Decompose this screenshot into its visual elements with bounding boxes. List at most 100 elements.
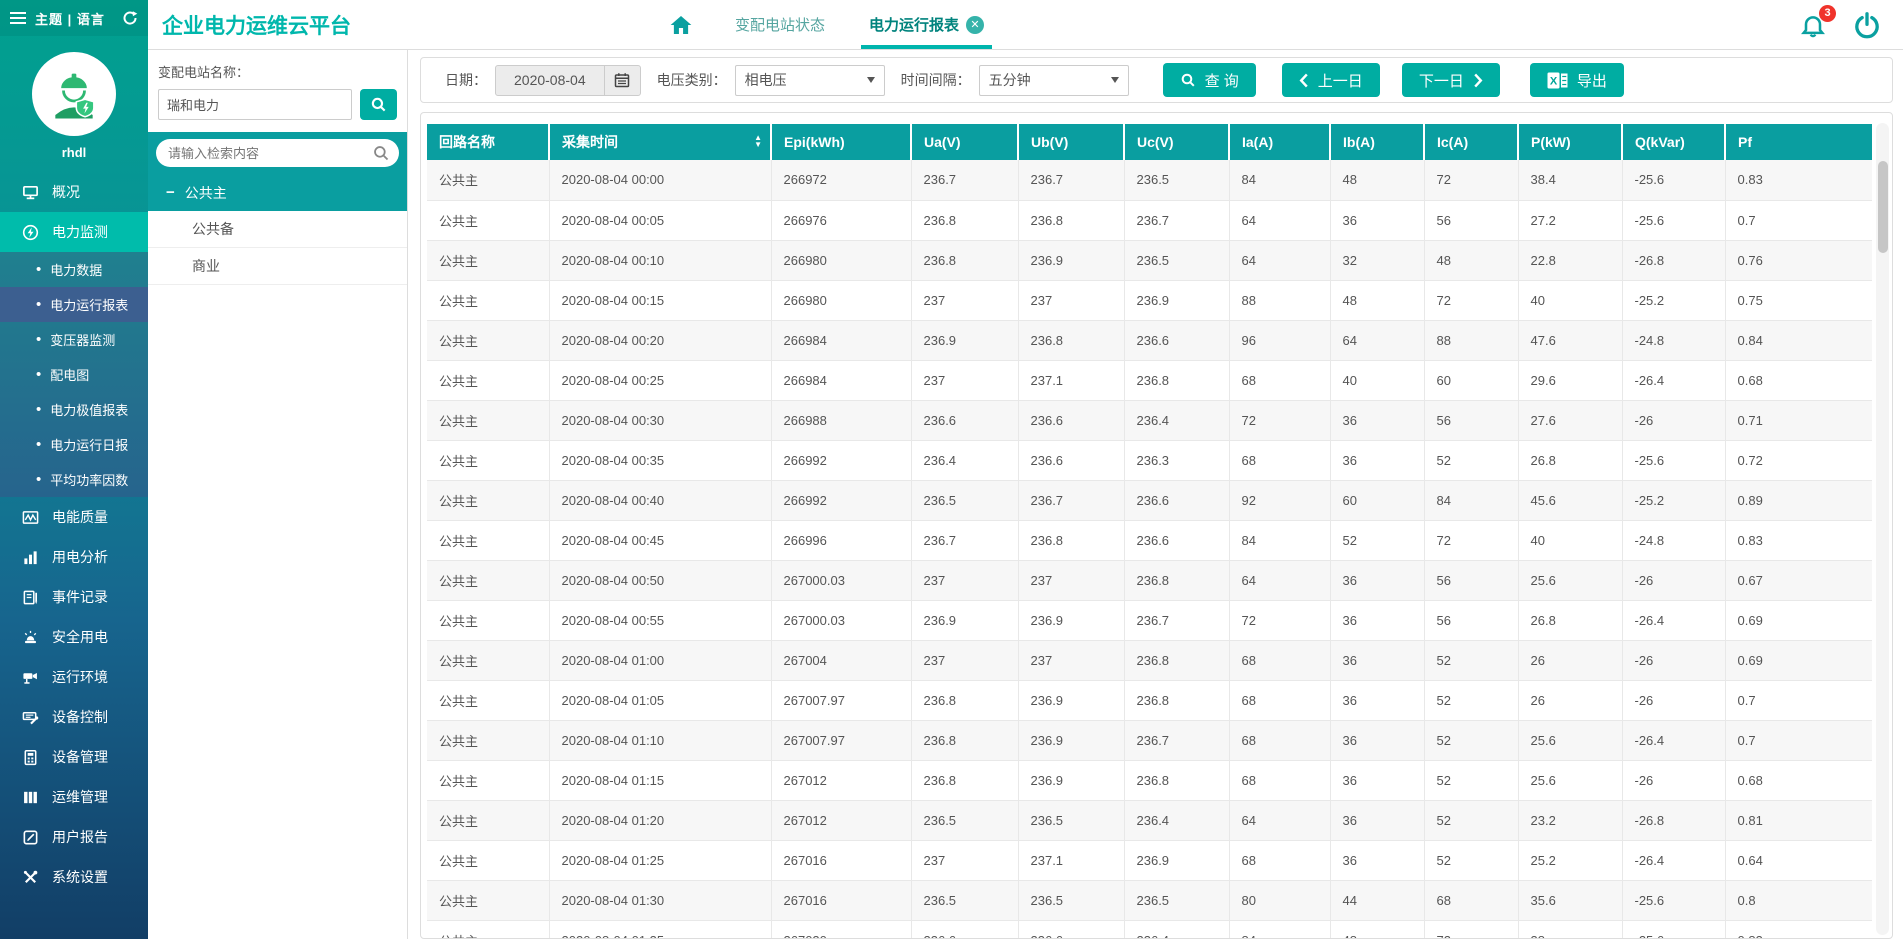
subitem-avg-power-factor[interactable]: • 平均功率因数 bbox=[0, 462, 148, 497]
refresh-icon[interactable] bbox=[122, 10, 138, 26]
sidebar-item-power-monitoring[interactable]: 电力监测 bbox=[0, 212, 148, 252]
query-button[interactable]: 查 询 bbox=[1163, 63, 1256, 97]
table-cell: 2020-08-04 00:30 bbox=[549, 400, 771, 440]
report-table: 回路名称 采集时间 ▲▼ Epi(kWh) Ua(V) Ub(V) Uc(V) bbox=[427, 124, 1872, 939]
interval-label: 时间间隔： bbox=[901, 70, 971, 90]
tree-node-public-main[interactable]: − 公共主 bbox=[148, 174, 407, 211]
sidebar-item-overview[interactable]: 概况 bbox=[0, 172, 148, 212]
table-row[interactable]: 公共主2020-08-04 00:25266984237237.1236.868… bbox=[427, 360, 1872, 400]
table-row[interactable]: 公共主2020-08-04 01:20267012236.5236.5236.4… bbox=[427, 800, 1872, 840]
table-row[interactable]: 公共主2020-08-04 00:35266992236.4236.6236.3… bbox=[427, 440, 1872, 480]
table-row[interactable]: 公共主2020-08-04 00:30266988236.6236.6236.4… bbox=[427, 400, 1872, 440]
table-cell: 2020-08-04 01:05 bbox=[549, 680, 771, 720]
power-button[interactable] bbox=[1853, 11, 1881, 39]
subitem-power-data[interactable]: • 电力数据 bbox=[0, 252, 148, 287]
table-cell: 236.8 bbox=[1124, 760, 1229, 800]
table-row[interactable]: 公共主2020-08-04 00:50267000.03237237236.86… bbox=[427, 560, 1872, 600]
table-cell: 236.9 bbox=[1018, 240, 1124, 280]
sidebar-item-power-quality[interactable]: 电能质量 bbox=[0, 497, 148, 537]
avatar[interactable] bbox=[32, 52, 116, 136]
subitem-power-report[interactable]: • 电力运行报表 bbox=[0, 287, 148, 322]
table-row[interactable]: 公共主2020-08-04 00:00266972236.7236.7236.5… bbox=[427, 160, 1872, 200]
sidebar-item-usage-analysis[interactable]: 用电分析 bbox=[0, 537, 148, 577]
table-cell: 36 bbox=[1330, 840, 1424, 880]
table-cell: 0.72 bbox=[1725, 440, 1872, 480]
table-cell: 2020-08-04 00:55 bbox=[549, 600, 771, 640]
theme-language-switch[interactable]: 主题 | 语言 bbox=[35, 9, 105, 28]
tab-power-report[interactable]: 电力运行报表 ✕ bbox=[869, 0, 984, 49]
vertical-scrollbar[interactable] bbox=[1876, 123, 1889, 935]
filter-toolbar: 日期： 2020-08-04 电压类别： 相电压 时间间隔： 五分钟 bbox=[420, 57, 1893, 103]
table-cell: -25.6 bbox=[1622, 920, 1725, 939]
voltage-type-select[interactable]: 相电压 bbox=[735, 65, 885, 96]
table-cell: 公共主 bbox=[427, 760, 549, 800]
date-picker[interactable]: 2020-08-04 bbox=[495, 65, 641, 96]
export-button[interactable]: X 导出 bbox=[1530, 63, 1624, 97]
table-cell: 26 bbox=[1518, 640, 1622, 680]
table-row[interactable]: 公共主2020-08-04 00:55267000.03236.9236.923… bbox=[427, 600, 1872, 640]
collapse-icon[interactable]: − bbox=[166, 184, 175, 201]
calendar-icon[interactable] bbox=[604, 66, 640, 95]
subitem-daily-report[interactable]: • 电力运行日报 bbox=[0, 427, 148, 462]
table-cell: 88 bbox=[1229, 280, 1330, 320]
table-cell: 236.4 bbox=[911, 440, 1018, 480]
notification-bell[interactable]: 3 bbox=[1799, 11, 1827, 39]
table-row[interactable]: 公共主2020-08-04 01:25267016237237.1236.968… bbox=[427, 840, 1872, 880]
table-row[interactable]: 公共主2020-08-04 01:00267004237237236.86836… bbox=[427, 640, 1872, 680]
station-search-button[interactable] bbox=[360, 89, 397, 120]
scrollbar-thumb[interactable] bbox=[1878, 161, 1888, 253]
table-row[interactable]: 公共主2020-08-04 00:40266992236.5236.7236.6… bbox=[427, 480, 1872, 520]
table-cell: 236.6 bbox=[1124, 320, 1229, 360]
table-row[interactable]: 公共主2020-08-04 01:35267020236.6236.6236.4… bbox=[427, 920, 1872, 939]
table-cell: 68 bbox=[1229, 360, 1330, 400]
subitem-extreme-report[interactable]: • 电力极值报表 bbox=[0, 392, 148, 427]
subitem-distribution-diagram[interactable]: • 配电图 bbox=[0, 357, 148, 392]
table-cell: 2020-08-04 01:30 bbox=[549, 880, 771, 920]
table-cell: 236.5 bbox=[911, 480, 1018, 520]
table-cell: 236.8 bbox=[911, 720, 1018, 760]
sidebar-item-ops-management[interactable]: 运维管理 bbox=[0, 777, 148, 817]
sidebar-item-safety[interactable]: 安全用电 bbox=[0, 617, 148, 657]
table-row[interactable]: 公共主2020-08-04 00:45266996236.7236.8236.6… bbox=[427, 520, 1872, 560]
sidebar-item-environment[interactable]: 运行环境 bbox=[0, 657, 148, 697]
table-cell: 2020-08-04 00:00 bbox=[549, 160, 771, 200]
home-icon[interactable] bbox=[669, 14, 693, 36]
table-cell: 68 bbox=[1229, 720, 1330, 760]
table-row[interactable]: 公共主2020-08-04 00:10266980236.8236.9236.5… bbox=[427, 240, 1872, 280]
table-cell: 2020-08-04 01:25 bbox=[549, 840, 771, 880]
tab-station-status[interactable]: 变配电站状态 bbox=[735, 0, 825, 49]
sidebar-item-event-log[interactable]: 事件记录 bbox=[0, 577, 148, 617]
station-search-input[interactable] bbox=[158, 89, 352, 120]
subitem-transformer-monitoring[interactable]: • 变压器监测 bbox=[0, 322, 148, 357]
col-epi: Epi(kWh) bbox=[771, 124, 911, 160]
table-row[interactable]: 公共主2020-08-04 01:10267007.97236.8236.923… bbox=[427, 720, 1872, 760]
tree-node-public-backup[interactable]: 公共备 bbox=[148, 211, 407, 248]
next-day-button[interactable]: 下一日 bbox=[1402, 63, 1500, 97]
table-row[interactable]: 公共主2020-08-04 00:20266984236.9236.8236.6… bbox=[427, 320, 1872, 360]
table-row[interactable]: 公共主2020-08-04 01:15267012236.8236.9236.8… bbox=[427, 760, 1872, 800]
table-cell: 236.9 bbox=[1124, 280, 1229, 320]
sidebar-item-device-control[interactable]: 设备控制 bbox=[0, 697, 148, 737]
table-cell: 40 bbox=[1518, 280, 1622, 320]
table-cell: -26 bbox=[1622, 760, 1725, 800]
sort-icon[interactable]: ▲▼ bbox=[754, 135, 762, 149]
table-cell: 公共主 bbox=[427, 400, 549, 440]
sidebar-item-device-management[interactable]: 设备管理 bbox=[0, 737, 148, 777]
close-icon[interactable]: ✕ bbox=[966, 16, 984, 34]
table-row[interactable]: 公共主2020-08-04 00:05266976236.8236.8236.7… bbox=[427, 200, 1872, 240]
table-cell: 2020-08-04 00:25 bbox=[549, 360, 771, 400]
previous-day-button[interactable]: 上一日 bbox=[1282, 63, 1380, 97]
search-icon[interactable] bbox=[372, 144, 390, 162]
tree-search-input[interactable] bbox=[156, 139, 399, 167]
interval-select[interactable]: 五分钟 bbox=[979, 65, 1129, 96]
sidebar-item-user-report[interactable]: 用户报告 bbox=[0, 817, 148, 857]
tree-node-commercial[interactable]: 商业 bbox=[148, 248, 407, 285]
hamburger-icon[interactable] bbox=[10, 12, 26, 24]
sidebar-item-system-settings[interactable]: 系统设置 bbox=[0, 857, 148, 897]
table-row[interactable]: 公共主2020-08-04 00:15266980237237236.98848… bbox=[427, 280, 1872, 320]
table-row[interactable]: 公共主2020-08-04 01:30267016236.5236.5236.5… bbox=[427, 880, 1872, 920]
user-profile: rhdl bbox=[0, 36, 148, 172]
table-row[interactable]: 公共主2020-08-04 01:05267007.97236.8236.923… bbox=[427, 680, 1872, 720]
table-cell: 236.5 bbox=[1018, 880, 1124, 920]
table-cell: 236.6 bbox=[1018, 440, 1124, 480]
